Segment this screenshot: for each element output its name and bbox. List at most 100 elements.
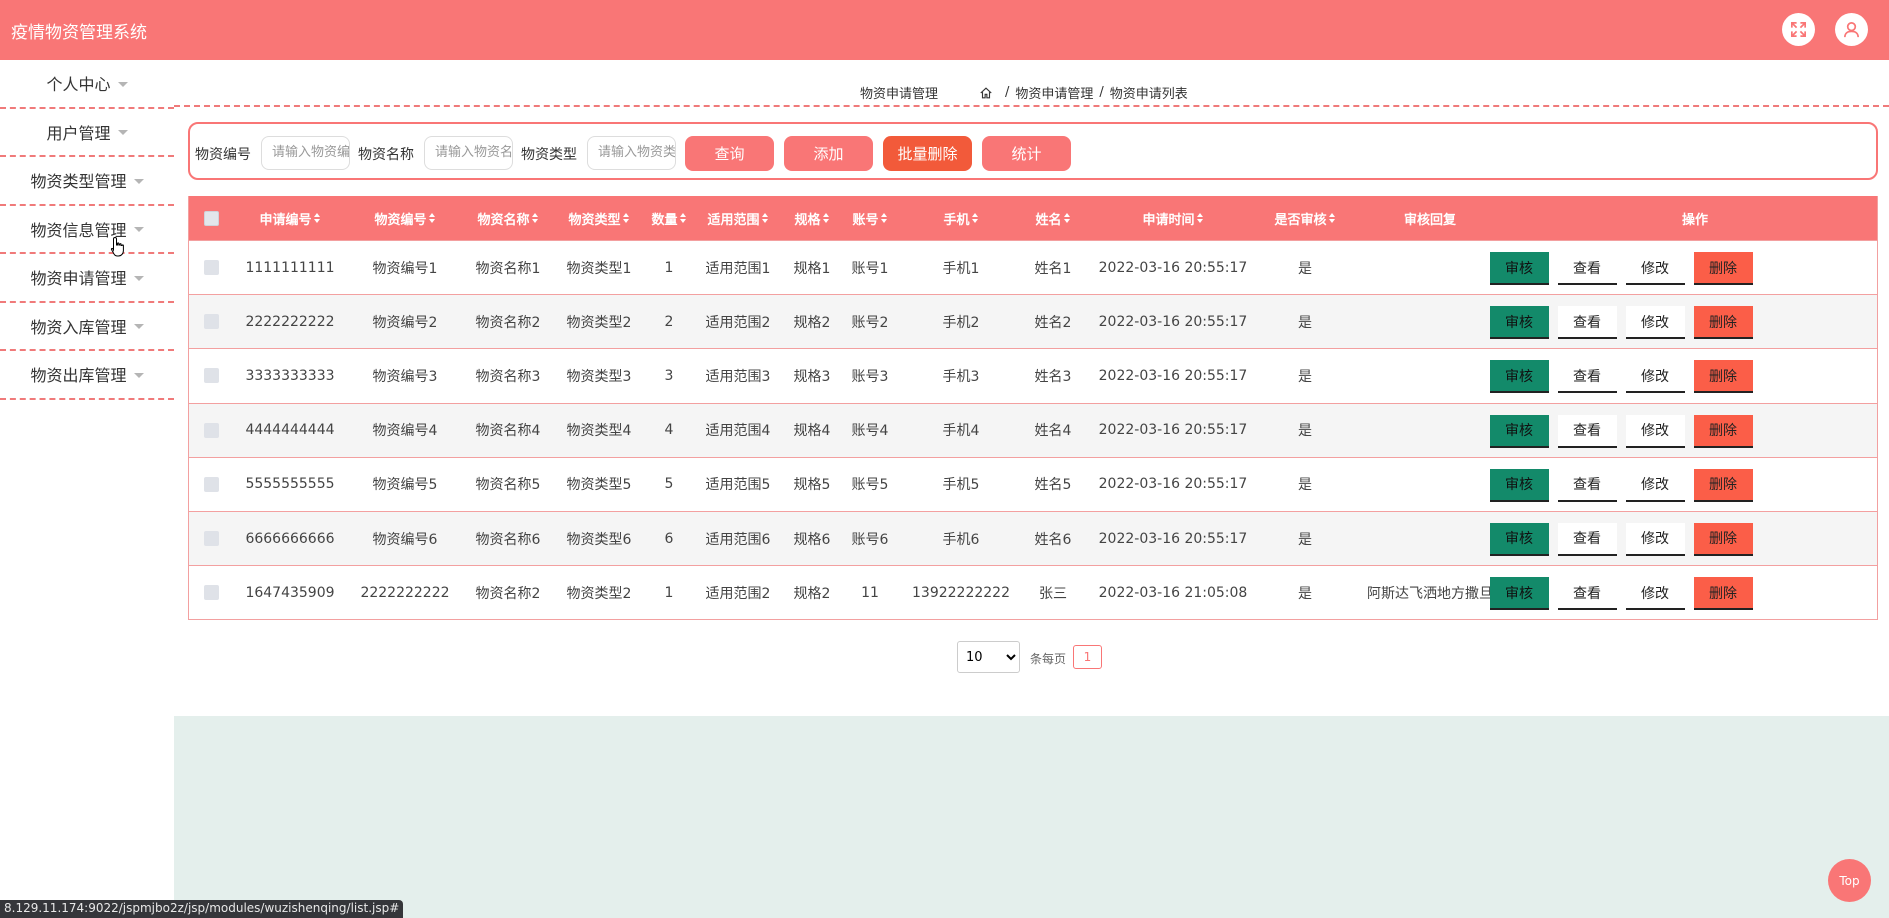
footer-area [174, 716, 1889, 918]
material-code-label: 物资编号 [195, 147, 251, 163]
audit-button[interactable]: 审核 [1489, 522, 1549, 556]
cell-audit-reply [1355, 512, 1505, 565]
table-header: 申请编号 物资编号 物资名称 物资类型 数量 适用范围 规格 账号 手机 姓名 申请时间 是否审核 审核… [189, 196, 1877, 240]
view-button[interactable]: 查看 [1557, 360, 1617, 394]
sidebar-item-material-info[interactable]: 物资信息管理 [0, 206, 174, 254]
view-button[interactable]: 查看 [1557, 252, 1617, 285]
delete-button[interactable]: 删除 [1693, 577, 1753, 611]
cell-request-time: 2022-03-16 20:55:17 [1098, 367, 1248, 384]
cell-request-time: 2022-03-16 20:55:17 [1098, 259, 1248, 276]
cell-request-time: 2022-03-16 21:05:08 [1098, 584, 1248, 601]
batch-delete-button[interactable]: 批量删除 [883, 136, 972, 171]
cell-audit-reply [1355, 349, 1505, 402]
delete-button[interactable]: 删除 [1693, 522, 1753, 556]
sort-icon[interactable] [971, 213, 979, 223]
sort-icon[interactable] [428, 213, 436, 223]
column-header-audited[interactable]: 是否审核 [1240, 196, 1370, 240]
delete-button[interactable]: 删除 [1693, 468, 1753, 502]
sort-icon[interactable] [1196, 213, 1204, 223]
audit-button[interactable]: 审核 [1489, 252, 1549, 285]
cell-audit-reply [1355, 295, 1505, 348]
sidebar-item-stock-out[interactable]: 物资出库管理 [0, 351, 174, 400]
delete-button[interactable]: 删除 [1693, 360, 1753, 394]
table-row: 1111111111 物资编号1 物资名称1 物资类型1 1 适用范围1 规格1 账号1 手机1… [189, 240, 1877, 295]
view-button[interactable]: 查看 [1557, 468, 1617, 502]
sidebar-item-label: 物资类型管理 [30, 172, 127, 192]
edit-button[interactable]: 修改 [1625, 522, 1685, 556]
delete-button[interactable]: 删除 [1693, 306, 1753, 340]
delete-button[interactable]: 删除 [1693, 414, 1753, 448]
cell-request-time: 2022-03-16 20:55:17 [1098, 476, 1248, 493]
sort-icon[interactable] [1328, 213, 1336, 223]
column-header-label: 账号 [852, 212, 879, 228]
edit-button[interactable]: 修改 [1625, 468, 1685, 502]
column-header-label: 手机 [943, 212, 970, 228]
add-button[interactable]: 添加 [784, 136, 873, 171]
audit-button[interactable]: 审核 [1489, 306, 1549, 340]
back-to-top-button[interactable]: Top [1828, 859, 1871, 902]
breadcrumb-level2: 物资申请列表 [1109, 87, 1188, 102]
audit-button[interactable]: 审核 [1489, 414, 1549, 448]
fullscreen-button[interactable] [1782, 13, 1815, 46]
page-number-current[interactable]: 1 [1073, 645, 1102, 669]
select-all-checkbox[interactable] [203, 210, 219, 226]
sort-icon[interactable] [880, 213, 888, 223]
audit-button[interactable]: 审核 [1489, 577, 1549, 611]
material-name-label: 物资名称 [358, 147, 414, 163]
delete-button[interactable]: 删除 [1693, 252, 1753, 285]
home-icon[interactable] [979, 86, 993, 100]
chevron-down-icon [133, 324, 144, 330]
cell-request-time: 2022-03-16 20:55:17 [1098, 313, 1248, 330]
view-button[interactable]: 查看 [1557, 522, 1617, 556]
audit-button[interactable]: 审核 [1489, 468, 1549, 502]
request-table: 申请编号 物资编号 物资名称 物资类型 数量 适用范围 规格 账号 手机 姓名 申请时间 是否审核 审核… [188, 196, 1878, 621]
sidebar-item-label: 用户管理 [46, 123, 111, 143]
sidebar-item-stock-in[interactable]: 物资入库管理 [0, 303, 174, 351]
view-button[interactable]: 查看 [1557, 577, 1617, 611]
sidebar-item-users[interactable]: 用户管理 [0, 109, 174, 157]
edit-button[interactable]: 修改 [1625, 306, 1685, 340]
status-url: 8.129.11.174:9022/jspmjbo2z/jsp/modules/… [0, 900, 404, 918]
cell-audit-reply [1355, 458, 1505, 511]
table-row: 2222222222 物资编号2 物资名称2 物资类型2 2 适用范围2 规格2 账号2 手机2… [189, 294, 1877, 349]
breadcrumb-divider [174, 105, 1889, 107]
fullscreen-icon [1790, 21, 1807, 38]
column-header-name[interactable]: 姓名 [988, 196, 1118, 240]
column-header-label: 操作 [1681, 212, 1708, 228]
column-header-label: 审核回复 [1403, 212, 1456, 228]
view-button[interactable]: 查看 [1557, 306, 1617, 340]
query-button[interactable]: 查询 [685, 136, 774, 171]
sidebar-item-label: 物资入库管理 [30, 317, 127, 337]
page-size-select[interactable]: 10 [957, 641, 1020, 673]
chevron-down-icon [133, 178, 144, 184]
sidebar-item-label: 物资申请管理 [30, 269, 127, 289]
chevron-down-icon [133, 275, 144, 281]
edit-button[interactable]: 修改 [1625, 360, 1685, 394]
stats-button[interactable]: 统计 [982, 136, 1071, 171]
column-header-request-no[interactable]: 申请编号 [225, 196, 355, 240]
app-title: 疫情物资管理系统 [11, 23, 147, 43]
material-code-input[interactable]: 请输入物资编号 [261, 136, 350, 170]
audit-button[interactable]: 审核 [1489, 360, 1549, 394]
edit-button[interactable]: 修改 [1625, 252, 1685, 285]
sort-icon[interactable] [313, 213, 321, 223]
edit-button[interactable]: 修改 [1625, 414, 1685, 448]
cell-audit-reply [1355, 404, 1505, 457]
table-row: 6666666666 物资编号6 物资名称6 物资类型6 6 适用范围6 规格6 账号6 手机6… [189, 510, 1877, 566]
breadcrumb-level1[interactable]: 物资申请管理 [1015, 83, 1093, 102]
edit-button[interactable]: 修改 [1625, 577, 1685, 611]
column-header-request-time[interactable]: 申请时间 [1108, 196, 1238, 240]
sidebar-item-material-requests[interactable]: 物资申请管理 [0, 254, 174, 303]
chevron-down-icon [133, 372, 144, 378]
column-header-label: 物资名称 [477, 212, 530, 228]
chevron-down-icon [133, 227, 144, 233]
material-type-input[interactable]: 请输入物资类型 [587, 136, 676, 170]
sidebar-item-label: 个人中心 [46, 75, 111, 95]
user-button[interactable] [1835, 13, 1868, 46]
sort-icon[interactable] [1063, 213, 1071, 223]
material-name-input[interactable]: 请输入物资名称 [424, 136, 513, 170]
sidebar-item-material-types[interactable]: 物资类型管理 [0, 157, 174, 206]
sidebar-item-personal-center[interactable]: 个人中心 [0, 60, 174, 109]
cell-request-time: 2022-03-16 20:55:17 [1098, 422, 1248, 439]
view-button[interactable]: 查看 [1557, 414, 1617, 448]
